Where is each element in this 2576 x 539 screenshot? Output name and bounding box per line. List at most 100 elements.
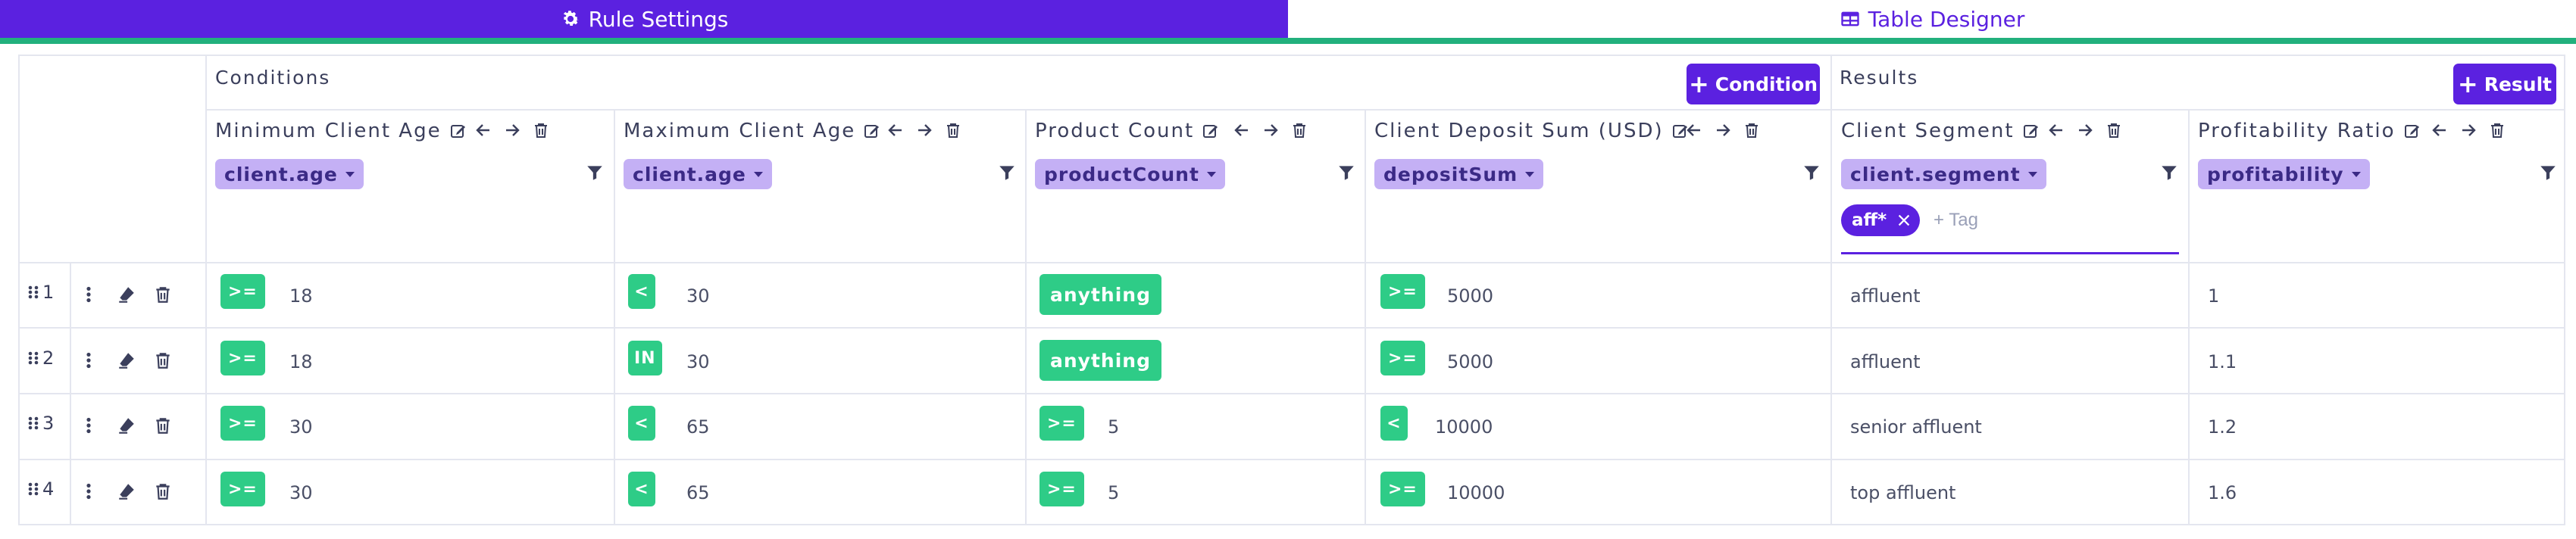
- arrow-right-icon[interactable]: [503, 121, 521, 139]
- field-chip-profitability[interactable]: profitability: [2198, 159, 2370, 189]
- more-vertical-icon[interactable]: [79, 416, 98, 435]
- trash-icon[interactable]: [153, 416, 173, 435]
- arrow-left-icon[interactable]: [2431, 121, 2449, 139]
- add-condition-button[interactable]: + Condition: [1687, 64, 1820, 104]
- cell-value[interactable]: 10000: [1435, 416, 1493, 438]
- cell-value[interactable]: 5000: [1447, 351, 1493, 372]
- filter-icon[interactable]: [585, 163, 605, 182]
- result-value[interactable]: affluent: [1850, 351, 1921, 372]
- operator-badge[interactable]: <: [628, 274, 655, 309]
- drag-handle-icon[interactable]: [27, 414, 39, 432]
- operator-badge[interactable]: <: [1380, 406, 1408, 441]
- drag-handle-icon[interactable]: [27, 480, 39, 498]
- arrow-right-icon[interactable]: [2459, 121, 2478, 139]
- operator-badge[interactable]: >=: [220, 274, 265, 309]
- arrow-right-icon[interactable]: [1714, 121, 1732, 139]
- trash-icon[interactable]: [153, 481, 173, 501]
- eraser-icon[interactable]: [117, 481, 136, 501]
- cell-value[interactable]: 5: [1108, 482, 1119, 503]
- trash-icon[interactable]: [1743, 121, 1761, 139]
- tag-input[interactable]: [1934, 206, 2161, 235]
- operator-badge[interactable]: anything: [1039, 340, 1161, 381]
- arrow-right-icon[interactable]: [915, 121, 933, 139]
- tab-bar: Rule Settings Table Designer: [0, 0, 2576, 38]
- operator-badge[interactable]: >=: [1039, 472, 1084, 506]
- tab-table-designer[interactable]: Table Designer: [1288, 0, 2576, 38]
- trash-icon[interactable]: [2488, 121, 2506, 139]
- more-vertical-icon[interactable]: [79, 481, 98, 501]
- results-title: Results: [1840, 67, 1919, 89]
- filter-icon[interactable]: [2159, 163, 2179, 182]
- operator-badge[interactable]: <: [628, 406, 655, 441]
- operator-badge[interactable]: <: [628, 472, 655, 506]
- field-chip-product-count[interactable]: productCount: [1035, 159, 1225, 189]
- cell-value[interactable]: 30: [686, 285, 710, 307]
- arrow-left-icon[interactable]: [1685, 121, 1703, 139]
- arrow-left-icon[interactable]: [474, 121, 492, 139]
- result-value[interactable]: senior affluent: [1850, 416, 1982, 438]
- result-value[interactable]: 1.1: [2208, 351, 2237, 372]
- operator-badge[interactable]: anything: [1039, 274, 1161, 315]
- operator-badge[interactable]: IN: [628, 341, 662, 375]
- filter-icon[interactable]: [997, 163, 1017, 182]
- cell-value[interactable]: 30: [686, 351, 710, 372]
- trash-icon[interactable]: [153, 285, 173, 304]
- operator-badge[interactable]: >=: [220, 341, 265, 375]
- cell-value[interactable]: 18: [289, 285, 313, 307]
- cell-value[interactable]: 18: [289, 351, 313, 372]
- result-value[interactable]: 1: [2208, 285, 2219, 307]
- trash-icon[interactable]: [2105, 121, 2123, 139]
- edit-icon[interactable]: [2022, 122, 2040, 140]
- cell-value[interactable]: 65: [686, 416, 710, 438]
- filter-icon[interactable]: [1802, 163, 1821, 182]
- trash-icon[interactable]: [532, 121, 550, 139]
- field-chip-client-age[interactable]: client.age: [215, 159, 364, 189]
- cell-value[interactable]: 5: [1108, 416, 1119, 438]
- result-value[interactable]: 1.2: [2208, 416, 2237, 438]
- trash-icon[interactable]: [153, 351, 173, 370]
- edit-icon[interactable]: [863, 122, 881, 140]
- filter-icon[interactable]: [2538, 163, 2558, 182]
- arrow-left-icon[interactable]: [886, 121, 905, 139]
- field-chip-client-segment[interactable]: client.segment: [1841, 159, 2046, 189]
- result-value[interactable]: 1.6: [2208, 482, 2237, 503]
- operator-badge[interactable]: >=: [1380, 274, 1425, 309]
- cell-value[interactable]: 65: [686, 482, 710, 503]
- trash-icon[interactable]: [944, 121, 962, 139]
- close-icon[interactable]: [1896, 212, 1912, 229]
- arrow-left-icon[interactable]: [1233, 121, 1251, 139]
- filter-icon[interactable]: [1336, 163, 1356, 182]
- result-value[interactable]: top affluent: [1850, 482, 1955, 503]
- more-vertical-icon[interactable]: [79, 285, 98, 304]
- edit-icon[interactable]: [1202, 122, 1220, 140]
- arrow-right-icon[interactable]: [2076, 121, 2094, 139]
- operator-badge[interactable]: >=: [1039, 406, 1084, 441]
- eraser-icon[interactable]: [117, 416, 136, 435]
- cell-value[interactable]: 30: [289, 416, 313, 438]
- trash-icon[interactable]: [1290, 121, 1308, 139]
- drag-handle-icon[interactable]: [27, 283, 39, 301]
- cell-value[interactable]: 30: [289, 482, 313, 503]
- caret-down-icon: [345, 171, 355, 177]
- chip-label: client.age: [633, 163, 746, 185]
- eraser-icon[interactable]: [117, 285, 136, 304]
- more-vertical-icon[interactable]: [79, 351, 98, 370]
- edit-icon[interactable]: [449, 122, 467, 140]
- tab-rule-settings[interactable]: Rule Settings: [0, 0, 1288, 38]
- add-result-button[interactable]: + Result: [2453, 64, 2556, 104]
- operator-badge[interactable]: >=: [1380, 341, 1425, 375]
- operator-badge[interactable]: >=: [220, 472, 265, 506]
- eraser-icon[interactable]: [117, 351, 136, 370]
- operator-badge[interactable]: >=: [220, 406, 265, 441]
- result-value[interactable]: affluent: [1850, 285, 1921, 307]
- operator-badge[interactable]: >=: [1380, 472, 1425, 506]
- filter-tag[interactable]: aff*: [1841, 204, 1920, 236]
- field-chip-client-age[interactable]: client.age: [624, 159, 772, 189]
- arrow-right-icon[interactable]: [1261, 121, 1280, 139]
- cell-value[interactable]: 10000: [1447, 482, 1505, 503]
- cell-value[interactable]: 5000: [1447, 285, 1493, 307]
- edit-icon[interactable]: [2403, 122, 2421, 140]
- arrow-left-icon[interactable]: [2047, 121, 2065, 139]
- field-chip-deposit-sum[interactable]: depositSum: [1374, 159, 1544, 189]
- drag-handle-icon[interactable]: [27, 349, 39, 367]
